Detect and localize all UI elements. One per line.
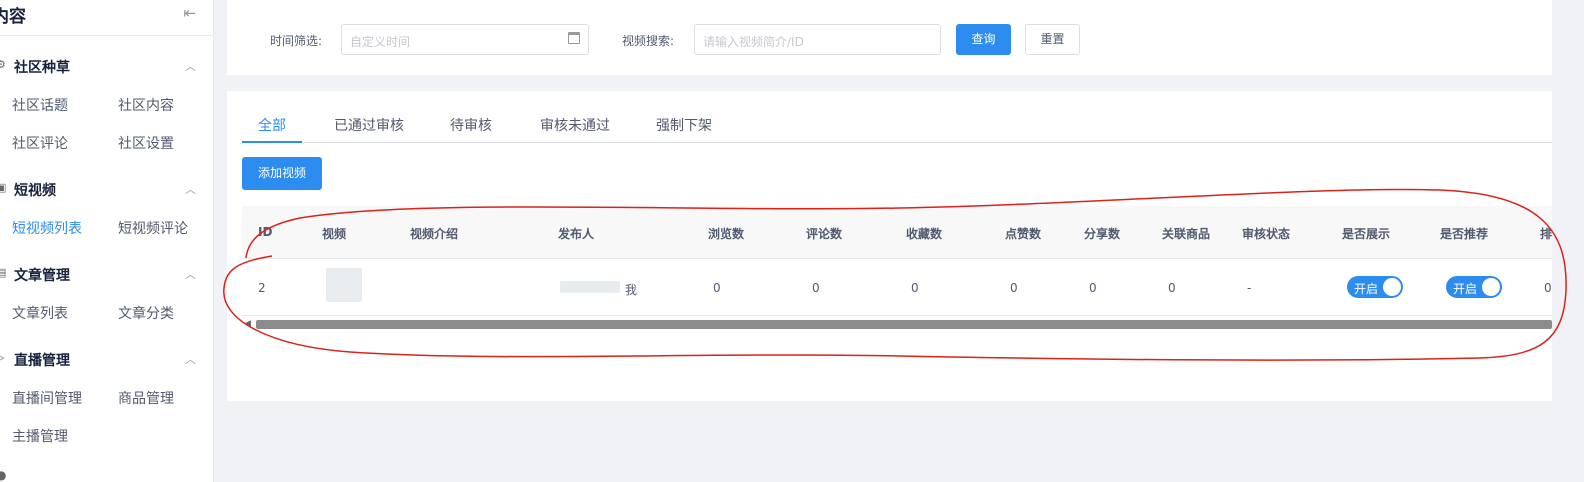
menu-group-header[interactable]: ▤ 文章管理 ︿ [0, 262, 214, 286]
document-icon: ▤ [0, 266, 7, 279]
cell-id: 2 [258, 281, 266, 295]
reset-button[interactable]: 重置 [1025, 24, 1080, 55]
show-toggle[interactable]: 开启 [1347, 276, 1403, 298]
chevron-up-icon: ︿ [185, 268, 196, 281]
scroll-left-icon[interactable]: ◀ [244, 319, 251, 329]
cell-likes: 0 [1010, 281, 1018, 295]
cell-publisher-suffix: 我 [625, 283, 638, 297]
sidebar-item-video-list[interactable]: 短视频列表 [12, 218, 82, 238]
toggle-knob [1383, 278, 1401, 296]
filter-card: 时间筛选: 自定义时间 视频搜索: 请输入视频简介/ID 查询 重置 [227, 0, 1552, 75]
column-header[interactable]: 收藏数 [906, 225, 942, 242]
status-tabs: 全部 已通过审核 待审核 审核未通过 强制下架 [242, 105, 1552, 143]
sidebar-item-community-topic[interactable]: 社区话题 [12, 95, 68, 115]
video-icon: ▣ [0, 181, 7, 194]
recommend-toggle[interactable]: 开启 [1446, 276, 1502, 298]
tab-approved[interactable]: 已通过审核 [334, 115, 404, 135]
cell-comments: 0 [812, 281, 820, 295]
chevron-up-icon: ︿ [185, 353, 196, 366]
column-header[interactable]: 是否展示 [1342, 225, 1390, 242]
table-row[interactable]: 2 我 0 0 0 0 0 0 - 开启 开启 0 [242, 259, 1552, 316]
menu-group-label: 直播管理 [14, 353, 70, 369]
sidebar-item-video-comment[interactable]: 短视频评论 [118, 218, 188, 238]
tab-all[interactable]: 全部 [258, 115, 286, 135]
sidebar-item-community-content[interactable]: 社区内容 [118, 95, 174, 115]
sidebar-item-live-room[interactable]: 直播间管理 [12, 388, 82, 408]
column-header[interactable]: 审核状态 [1242, 225, 1290, 242]
menu-group-header[interactable]: ▣ 短视频 ︿ [0, 177, 214, 201]
cell-views: 0 [713, 281, 721, 295]
toggle-label: 开启 [1354, 282, 1379, 296]
tab-pending[interactable]: 待审核 [450, 115, 492, 135]
collapse-left-icon[interactable]: ⇤ [183, 4, 196, 22]
column-header[interactable]: 点赞数 [1005, 225, 1041, 242]
column-header[interactable]: 是否推荐 [1440, 225, 1488, 242]
publisher-redacted [560, 281, 620, 293]
chevron-up-icon: ︿ [185, 60, 196, 73]
tab-rejected[interactable]: 审核未通过 [540, 115, 610, 135]
tab-forced-offline[interactable]: 强制下架 [656, 115, 712, 135]
cell-linked-goods: 0 [1168, 281, 1176, 295]
time-range-placeholder: 自定义时间 [350, 35, 411, 49]
cell-favorites: 0 [911, 281, 919, 295]
add-video-button[interactable]: 添加视频 [242, 157, 322, 190]
query-button[interactable]: 查询 [956, 24, 1011, 55]
sidebar-item-live-goods[interactable]: 商品管理 [118, 388, 174, 408]
cell-sort: 0 [1544, 281, 1552, 295]
cell-audit-status: - [1247, 281, 1252, 295]
column-header[interactable]: 排 [1540, 225, 1552, 242]
column-header[interactable]: 发布人 [558, 225, 594, 242]
menu-group-label: 文章管理 [14, 268, 70, 284]
video-search-input[interactable]: 请输入视频简介/ID [694, 24, 941, 55]
time-filter-label: 时间筛选: [270, 34, 323, 48]
sidebar-item-article-list[interactable]: 文章列表 [12, 303, 68, 323]
next-group-icon: ● [0, 468, 7, 482]
sidebar: 内容 ⇤ ⚙ 社区种草 ︿ 社区话题 社区内容 社区评论 社区设置 ▣ 短视频 … [0, 0, 214, 482]
sidebar-item-community-comment[interactable]: 社区评论 [12, 133, 68, 153]
settings-icon: ⚙ [0, 58, 6, 71]
column-header[interactable]: 分享数 [1084, 225, 1120, 242]
menu-group-label: 社区种草 [14, 60, 70, 76]
sidebar-item-community-settings[interactable]: 社区设置 [118, 133, 174, 153]
calendar-icon [568, 32, 580, 44]
table-header: ID 视频 视频介绍 发布人 浏览数 评论数 收藏数 点赞数 分享数 关联商品 … [242, 206, 1552, 259]
column-header[interactable]: 评论数 [806, 225, 842, 242]
menu-group-label: 短视频 [14, 183, 56, 199]
column-header[interactable]: 关联商品 [1162, 225, 1210, 242]
toggle-knob [1482, 278, 1500, 296]
menu-group-header[interactable]: ▷ 直播管理 ︿ [0, 347, 214, 371]
video-search-label: 视频搜索: [622, 34, 675, 48]
video-table: ID 视频 视频介绍 发布人 浏览数 评论数 收藏数 点赞数 分享数 关联商品 … [242, 206, 1552, 331]
cell-shares: 0 [1089, 281, 1097, 295]
chevron-up-icon: ︿ [185, 183, 196, 196]
menu-group-header[interactable]: ⚙ 社区种草 ︿ [0, 54, 214, 78]
horizontal-scrollbar[interactable] [256, 320, 1552, 329]
column-header[interactable]: 视频介绍 [410, 225, 458, 242]
video-thumbnail[interactable] [326, 268, 362, 302]
sidebar-item-article-category[interactable]: 文章分类 [118, 303, 174, 323]
toggle-label: 开启 [1453, 282, 1478, 296]
time-range-input[interactable]: 自定义时间 [341, 24, 589, 55]
active-tab-indicator [242, 141, 302, 143]
video-search-placeholder: 请输入视频简介/ID [703, 35, 804, 49]
live-icon: ▷ [0, 351, 5, 364]
column-header[interactable]: 浏览数 [708, 225, 744, 242]
sidebar-header: 内容 ⇤ [0, 0, 214, 36]
sidebar-item-anchor[interactable]: 主播管理 [12, 426, 68, 446]
sidebar-title: 内容 [0, 7, 26, 27]
column-header[interactable]: ID [258, 225, 272, 239]
column-header[interactable]: 视频 [322, 225, 346, 242]
